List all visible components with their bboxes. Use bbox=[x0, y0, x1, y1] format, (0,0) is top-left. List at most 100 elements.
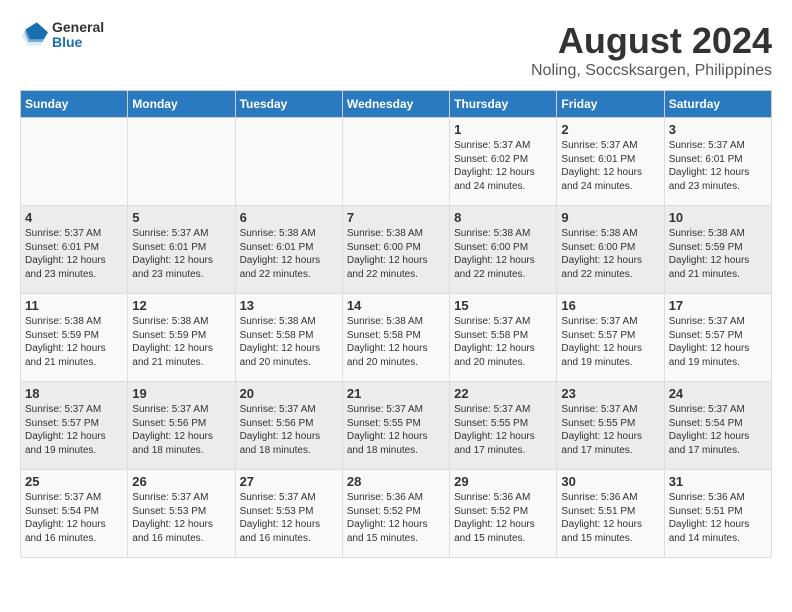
day-number: 10 bbox=[669, 210, 767, 225]
calendar-table: SundayMondayTuesdayWednesdayThursdayFrid… bbox=[20, 90, 772, 558]
day-number: 9 bbox=[561, 210, 659, 225]
calendar-cell: 28Sunrise: 5:36 AM Sunset: 5:52 PM Dayli… bbox=[342, 470, 449, 558]
calendar-week-3: 11 Sunrise: 5:38 AM Sunset: 5:59 PM Dayli… bbox=[21, 294, 772, 382]
day-number: 3 bbox=[669, 122, 767, 137]
main-title: August 2024 bbox=[531, 20, 772, 62]
day-number: 6 bbox=[240, 210, 338, 225]
day-content: Sunrise: 5:38 AM Sunset: 5:59 PM Dayligh… bbox=[669, 227, 767, 281]
calendar-cell bbox=[128, 118, 235, 206]
day-number: 18 bbox=[25, 386, 123, 401]
day-number: 27 bbox=[240, 474, 338, 489]
calendar-cell: 17 Sunrise: 5:37 AM Sunset: 5:57 PM Dayli… bbox=[664, 294, 771, 382]
day-number: 19 bbox=[132, 386, 230, 401]
calendar-week-2: 4 Sunrise: 5:37 AM Sunset: 6:01 PM Daylig… bbox=[21, 206, 772, 294]
day-content: Sunrise: 5:36 AM Sunset: 5:51 PM Dayligh… bbox=[669, 491, 767, 545]
calendar-cell: 2 Sunrise: 5:37 AM Sunset: 6:01 PM Daylig… bbox=[557, 118, 664, 206]
day-content: Sunrise: 5:37 AM Sunset: 6:01 PM Dayligh… bbox=[669, 139, 767, 193]
day-content: Sunrise: 5:37 AM Sunset: 5:54 PM Dayligh… bbox=[25, 491, 123, 545]
day-content: Sunrise: 5:38 AM Sunset: 6:01 PM Dayligh… bbox=[240, 227, 338, 281]
column-header-thursday: Thursday bbox=[450, 91, 557, 118]
day-number: 23 bbox=[561, 386, 659, 401]
logo-text: General Blue bbox=[52, 20, 104, 51]
day-content: Sunrise: 5:37 AM Sunset: 6:01 PM Dayligh… bbox=[25, 227, 123, 281]
day-content: Sunrise: 5:37 AM Sunset: 5:55 PM Dayligh… bbox=[561, 403, 659, 457]
calendar-cell: 7 Sunrise: 5:38 AM Sunset: 6:00 PM Daylig… bbox=[342, 206, 449, 294]
calendar-cell: 16Sunrise: 5:37 AM Sunset: 5:57 PM Dayli… bbox=[557, 294, 664, 382]
day-number: 26 bbox=[132, 474, 230, 489]
calendar-cell: 8 Sunrise: 5:38 AM Sunset: 6:00 PM Daylig… bbox=[450, 206, 557, 294]
calendar-cell: 9Sunrise: 5:38 AM Sunset: 6:00 PM Daylig… bbox=[557, 206, 664, 294]
header: General Blue August 2024 Noling, Soccsks… bbox=[20, 20, 772, 80]
day-content: Sunrise: 5:37 AM Sunset: 5:53 PM Dayligh… bbox=[240, 491, 338, 545]
day-number: 11 bbox=[25, 298, 123, 313]
day-number: 7 bbox=[347, 210, 445, 225]
column-header-wednesday: Wednesday bbox=[342, 91, 449, 118]
day-number: 24 bbox=[669, 386, 767, 401]
calendar-cell: 25 Sunrise: 5:37 AM Sunset: 5:54 PM Dayli… bbox=[21, 470, 128, 558]
logo-general-text: General bbox=[52, 20, 104, 35]
column-header-tuesday: Tuesday bbox=[235, 91, 342, 118]
calendar-cell: 31Sunrise: 5:36 AM Sunset: 5:51 PM Dayli… bbox=[664, 470, 771, 558]
calendar-cell: 12 Sunrise: 5:38 AM Sunset: 5:59 PM Dayli… bbox=[128, 294, 235, 382]
calendar-cell: 5Sunrise: 5:37 AM Sunset: 6:01 PM Daylig… bbox=[128, 206, 235, 294]
column-header-monday: Monday bbox=[128, 91, 235, 118]
calendar-cell: 6 Sunrise: 5:38 AM Sunset: 6:01 PM Daylig… bbox=[235, 206, 342, 294]
day-content: Sunrise: 5:37 AM Sunset: 6:01 PM Dayligh… bbox=[561, 139, 659, 193]
day-number: 1 bbox=[454, 122, 552, 137]
calendar-week-1: 1Sunrise: 5:37 AM Sunset: 6:02 PM Daylig… bbox=[21, 118, 772, 206]
calendar-cell: 15 Sunrise: 5:37 AM Sunset: 5:58 PM Dayli… bbox=[450, 294, 557, 382]
day-content: Sunrise: 5:37 AM Sunset: 5:54 PM Dayligh… bbox=[669, 403, 767, 457]
day-content: Sunrise: 5:38 AM Sunset: 5:59 PM Dayligh… bbox=[132, 315, 230, 369]
calendar-week-4: 18Sunrise: 5:37 AM Sunset: 5:57 PM Dayli… bbox=[21, 382, 772, 470]
day-content: Sunrise: 5:36 AM Sunset: 5:51 PM Dayligh… bbox=[561, 491, 659, 545]
day-content: Sunrise: 5:37 AM Sunset: 5:56 PM Dayligh… bbox=[240, 403, 338, 457]
day-content: Sunrise: 5:37 AM Sunset: 5:58 PM Dayligh… bbox=[454, 315, 552, 369]
day-number: 28 bbox=[347, 474, 445, 489]
day-content: Sunrise: 5:37 AM Sunset: 5:57 PM Dayligh… bbox=[669, 315, 767, 369]
day-content: Sunrise: 5:37 AM Sunset: 5:55 PM Dayligh… bbox=[454, 403, 552, 457]
day-content: Sunrise: 5:37 AM Sunset: 5:53 PM Dayligh… bbox=[132, 491, 230, 545]
calendar-cell: 20 Sunrise: 5:37 AM Sunset: 5:56 PM Dayli… bbox=[235, 382, 342, 470]
calendar-cell: 30 Sunrise: 5:36 AM Sunset: 5:51 PM Dayli… bbox=[557, 470, 664, 558]
calendar-cell bbox=[342, 118, 449, 206]
day-content: Sunrise: 5:38 AM Sunset: 5:58 PM Dayligh… bbox=[347, 315, 445, 369]
calendar-cell: 14 Sunrise: 5:38 AM Sunset: 5:58 PM Dayli… bbox=[342, 294, 449, 382]
day-content: Sunrise: 5:38 AM Sunset: 5:58 PM Dayligh… bbox=[240, 315, 338, 369]
day-number: 5 bbox=[132, 210, 230, 225]
calendar-week-5: 25 Sunrise: 5:37 AM Sunset: 5:54 PM Dayli… bbox=[21, 470, 772, 558]
day-content: Sunrise: 5:38 AM Sunset: 6:00 PM Dayligh… bbox=[454, 227, 552, 281]
calendar-cell: 3 Sunrise: 5:37 AM Sunset: 6:01 PM Daylig… bbox=[664, 118, 771, 206]
calendar-cell: 22 Sunrise: 5:37 AM Sunset: 5:55 PM Dayli… bbox=[450, 382, 557, 470]
day-number: 12 bbox=[132, 298, 230, 313]
day-content: Sunrise: 5:37 AM Sunset: 5:55 PM Dayligh… bbox=[347, 403, 445, 457]
calendar-cell: 11Sunrise: 5:38 AM Sunset: 5:59 PM Dayli… bbox=[21, 294, 128, 382]
subtitle: Noling, Soccsksargen, Philippines bbox=[531, 62, 772, 80]
day-number: 15 bbox=[454, 298, 552, 313]
day-number: 25 bbox=[25, 474, 123, 489]
calendar-cell: 27 Sunrise: 5:37 AM Sunset: 5:53 PM Dayli… bbox=[235, 470, 342, 558]
column-header-friday: Friday bbox=[557, 91, 664, 118]
day-number: 22 bbox=[454, 386, 552, 401]
calendar-cell bbox=[21, 118, 128, 206]
day-number: 13 bbox=[240, 298, 338, 313]
day-number: 14 bbox=[347, 298, 445, 313]
logo-blue-text: Blue bbox=[52, 35, 104, 50]
calendar-cell: 10 Sunrise: 5:38 AM Sunset: 5:59 PM Dayli… bbox=[664, 206, 771, 294]
calendar-cell: 18Sunrise: 5:37 AM Sunset: 5:57 PM Dayli… bbox=[21, 382, 128, 470]
day-number: 17 bbox=[669, 298, 767, 313]
logo: General Blue bbox=[20, 20, 104, 51]
day-number: 8 bbox=[454, 210, 552, 225]
day-number: 30 bbox=[561, 474, 659, 489]
day-number: 20 bbox=[240, 386, 338, 401]
logo-icon bbox=[20, 21, 48, 49]
day-number: 4 bbox=[25, 210, 123, 225]
day-content: Sunrise: 5:38 AM Sunset: 6:00 PM Dayligh… bbox=[347, 227, 445, 281]
column-header-saturday: Saturday bbox=[664, 91, 771, 118]
day-number: 29 bbox=[454, 474, 552, 489]
day-content: Sunrise: 5:36 AM Sunset: 5:52 PM Dayligh… bbox=[454, 491, 552, 545]
calendar-body: 1Sunrise: 5:37 AM Sunset: 6:02 PM Daylig… bbox=[21, 118, 772, 558]
title-area: August 2024 Noling, Soccsksargen, Philip… bbox=[531, 20, 772, 80]
day-number: 21 bbox=[347, 386, 445, 401]
day-number: 2 bbox=[561, 122, 659, 137]
column-header-sunday: Sunday bbox=[21, 91, 128, 118]
